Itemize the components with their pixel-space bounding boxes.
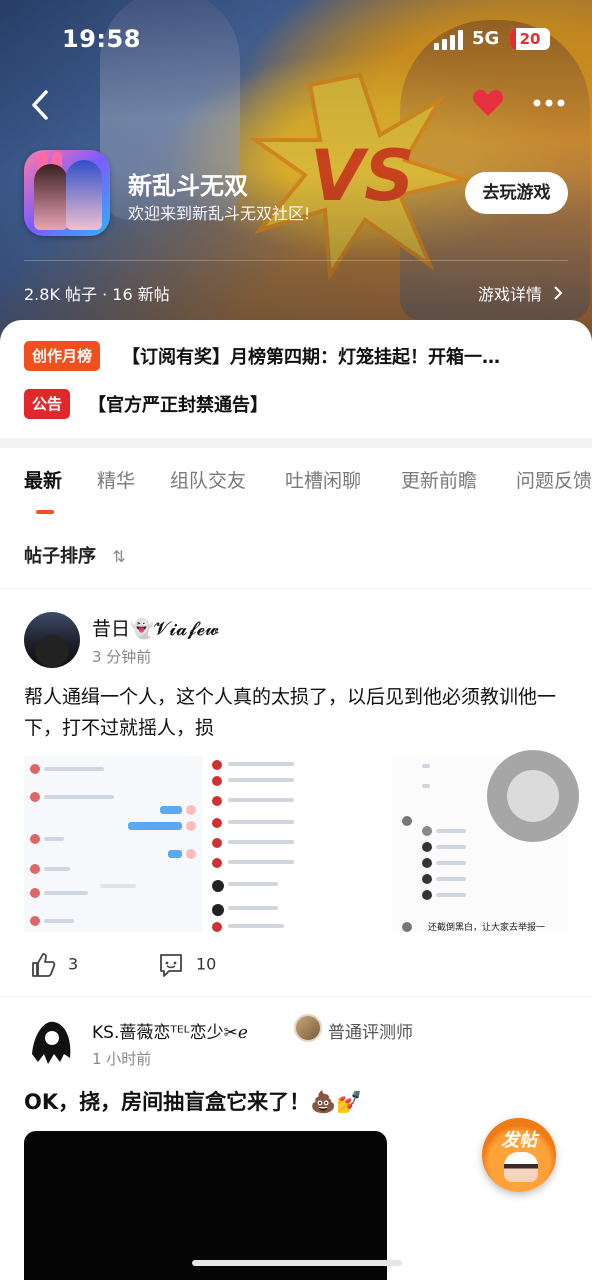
post-image-2[interactable] <box>208 756 386 932</box>
tab-update-preview[interactable]: 更新前瞻 <box>401 466 477 493</box>
post-body[interactable]: OK，挠，房间抽盲盒它来了！💩💅 <box>24 1086 362 1116</box>
create-post-label: 发帖 <box>501 1130 537 1151</box>
avatar[interactable] <box>24 612 80 668</box>
mascot-icon <box>504 1152 538 1182</box>
favorite-heart-icon[interactable] <box>472 88 504 118</box>
game-title: 新乱斗无双 <box>128 172 248 200</box>
more-options-icon[interactable] <box>532 96 566 110</box>
game-banner: VS 19:58 5G 20 新乱斗无双 欢迎来到新乱斗无双社区! 去玩游戏 2… <box>0 0 592 345</box>
like-count: 3 <box>68 954 79 974</box>
play-game-button[interactable]: 去玩游戏 <box>465 172 568 214</box>
post-separator <box>0 996 592 997</box>
comment-icon <box>160 954 182 977</box>
battery-icon: 20 <box>510 28 550 50</box>
battery-level: 20 <box>519 30 541 48</box>
game-app-icon <box>24 150 110 236</box>
divider <box>0 588 592 589</box>
author-title: 普通评测师 <box>328 1023 413 1043</box>
tab-featured[interactable]: 精华 <box>97 466 135 493</box>
image-caption: 还截倒黑白，让大家去举报一 <box>428 923 546 932</box>
notice-title: 【订阅有奖】月榜第四期：灯笼挂起！开箱一… <box>122 347 501 368</box>
status-time: 19:58 <box>62 25 141 53</box>
comment-count: 10 <box>196 954 217 974</box>
banner-divider <box>24 260 568 261</box>
notice-monthly-ranking[interactable]: 创作月榜 【订阅有奖】月榜第四期：灯笼挂起！开箱一… <box>24 340 500 372</box>
sort-label: 帖子排序 <box>24 546 96 567</box>
network-type: 5G <box>472 28 500 49</box>
thumbs-up-icon <box>32 953 56 977</box>
tab-feedback[interactable]: 问题反馈 <box>516 466 592 493</box>
notice-badge: 公告 <box>24 389 71 419</box>
notice-announcement[interactable]: 公告 【官方严正封禁通告】 <box>24 388 268 420</box>
notice-badge: 创作月榜 <box>24 341 101 371</box>
comment-button[interactable]: 10 <box>158 952 216 978</box>
floating-assistive-button[interactable] <box>487 750 579 842</box>
notice-title: 【官方严正封禁通告】 <box>88 395 269 416</box>
post-video[interactable] <box>24 1131 387 1280</box>
status-bar: 19:58 5G 20 <box>0 22 592 58</box>
signal-icon <box>434 30 463 50</box>
post-image-1[interactable] <box>24 756 202 932</box>
game-welcome-text: 欢迎来到新乱斗无双社区! <box>128 204 311 223</box>
game-details-label: 游戏详情 <box>478 285 543 304</box>
category-tabs: 最新 精华 组队交友 吐槽闲聊 更新前瞻 问题反馈 <box>0 466 592 506</box>
tab-latest[interactable]: 最新 <box>24 466 62 493</box>
back-icon[interactable] <box>26 88 56 122</box>
post-sort-control[interactable]: 帖子排序 ⇅ <box>24 542 126 568</box>
tab-chat[interactable]: 吐槽闲聊 <box>285 466 361 493</box>
sort-icon: ⇅ <box>112 547 126 566</box>
post-author[interactable]: KS.蔷薇恋ᵀᴱᴸ恋少✂︎ℯ <box>92 1018 248 1043</box>
post-time: 3 分钟前 <box>92 648 152 666</box>
post-stats: 2.8K 帖子 · 16 新帖 <box>24 285 170 304</box>
post-time: 1 小时前 <box>92 1050 152 1068</box>
tab-team-up[interactable]: 组队交友 <box>170 466 246 493</box>
like-button[interactable]: 3 <box>30 952 78 978</box>
home-indicator[interactable] <box>192 1260 402 1266</box>
post-author[interactable]: 昔日👻𝓥𝓲𝓪𝓯𝓮𝔀 <box>92 614 219 641</box>
active-tab-indicator <box>36 510 54 514</box>
post-body[interactable]: 帮人通缉一个人，这个人真的太损了，以后见到他必须教训他一下，打不过就摇人，损 <box>24 682 572 744</box>
avatar[interactable] <box>24 1014 78 1068</box>
section-separator <box>0 438 592 448</box>
game-details-link[interactable]: 游戏详情 <box>478 281 563 305</box>
chevron-right-icon <box>554 286 563 300</box>
create-post-button[interactable]: 发帖 <box>482 1118 556 1192</box>
reviewer-badge-icon <box>294 1014 322 1042</box>
